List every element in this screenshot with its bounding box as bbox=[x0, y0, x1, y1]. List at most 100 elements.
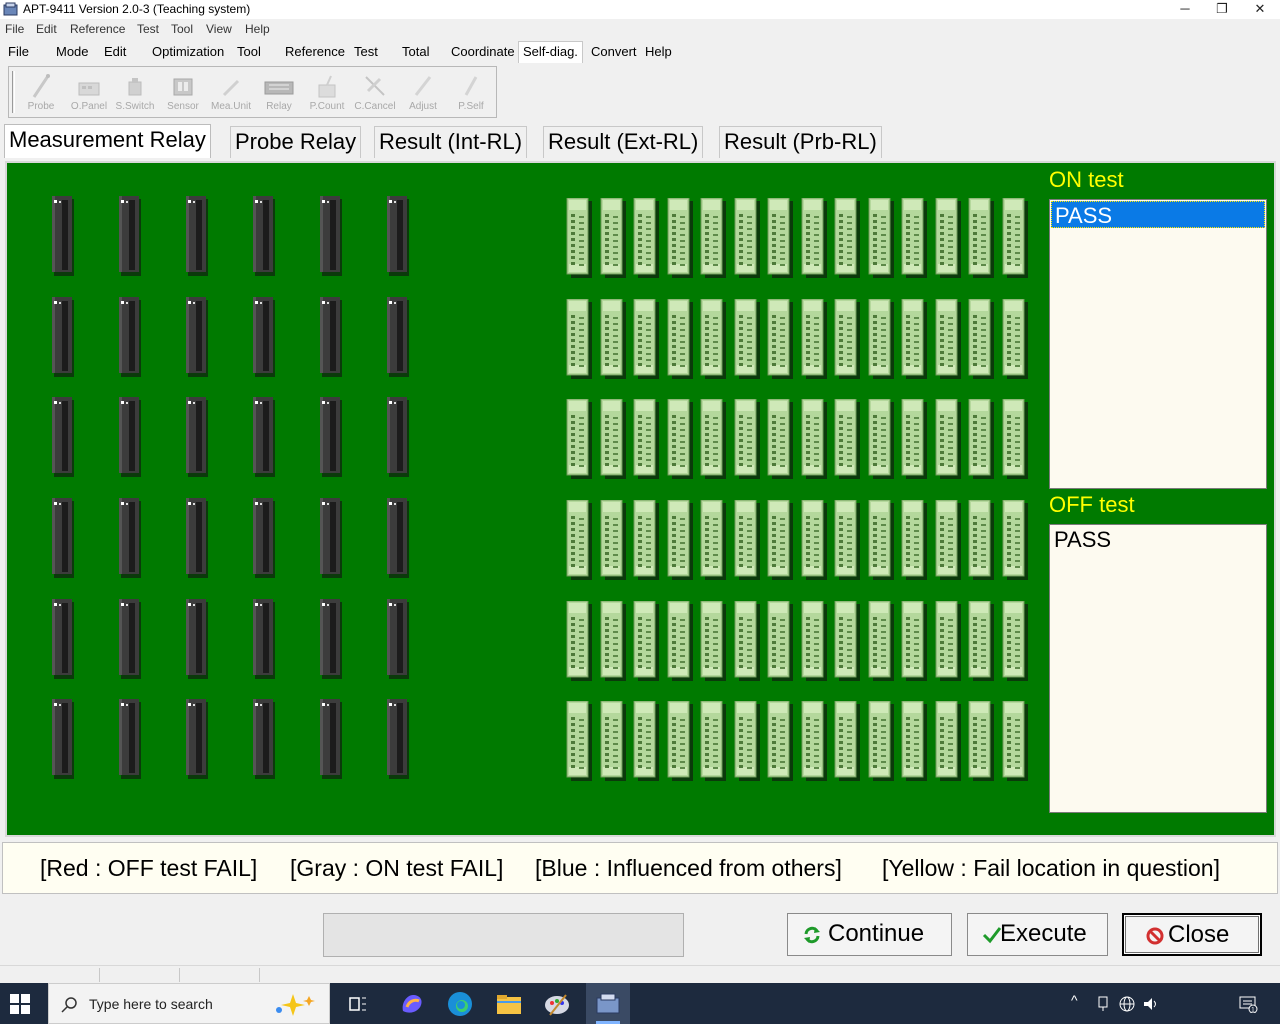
measurement-relay[interactable] bbox=[115, 196, 143, 276]
probe-relay[interactable] bbox=[667, 601, 693, 681]
probe-relay[interactable] bbox=[566, 601, 592, 681]
probe-relay[interactable] bbox=[1002, 299, 1028, 379]
probe-relay[interactable] bbox=[834, 198, 860, 278]
probe-relay[interactable] bbox=[801, 500, 827, 580]
toolbar-mea-unit[interactable]: Mea.Unit bbox=[207, 69, 255, 117]
probe-relay[interactable] bbox=[700, 399, 726, 479]
probe-relay[interactable] bbox=[600, 701, 626, 781]
probe-relay[interactable] bbox=[901, 500, 927, 580]
probe-relay[interactable] bbox=[834, 601, 860, 681]
probe-relay[interactable] bbox=[901, 198, 927, 278]
menu-file[interactable]: File bbox=[5, 22, 24, 36]
probe-relay[interactable] bbox=[667, 399, 693, 479]
probe-relay[interactable] bbox=[566, 399, 592, 479]
menu2-optimization[interactable]: Optimization bbox=[148, 41, 228, 63]
toolbar-s-switch[interactable]: S.Switch bbox=[111, 69, 159, 117]
probe-relay[interactable] bbox=[700, 601, 726, 681]
edge-browser-icon[interactable] bbox=[445, 989, 475, 1019]
probe-relay[interactable] bbox=[566, 701, 592, 781]
measurement-relay[interactable] bbox=[383, 196, 411, 276]
toolbar-p-count[interactable]: P.Count bbox=[303, 69, 351, 117]
probe-relay[interactable] bbox=[868, 701, 894, 781]
probe-relay[interactable] bbox=[700, 701, 726, 781]
probe-relay[interactable] bbox=[734, 601, 760, 681]
measurement-relay[interactable] bbox=[115, 699, 143, 779]
probe-relay[interactable] bbox=[633, 500, 659, 580]
measurement-relay[interactable] bbox=[383, 699, 411, 779]
measurement-relay[interactable] bbox=[249, 397, 277, 477]
toolbar-relay[interactable]: Relay bbox=[255, 69, 303, 117]
measurement-relay[interactable] bbox=[249, 699, 277, 779]
tab-result-int-rl[interactable]: Result (Int-RL) bbox=[374, 126, 528, 158]
probe-relay[interactable] bbox=[633, 399, 659, 479]
measurement-relay[interactable] bbox=[182, 297, 210, 377]
probe-relay[interactable] bbox=[767, 601, 793, 681]
menu-test[interactable]: Test bbox=[137, 22, 159, 36]
measurement-relay[interactable] bbox=[48, 297, 76, 377]
menu2-edit[interactable]: Edit bbox=[100, 41, 130, 63]
measurement-relay[interactable] bbox=[48, 397, 76, 477]
probe-relay[interactable] bbox=[901, 299, 927, 379]
probe-relay[interactable] bbox=[667, 299, 693, 379]
measurement-relay[interactable] bbox=[316, 196, 344, 276]
measurement-relay[interactable] bbox=[316, 397, 344, 477]
probe-relay[interactable] bbox=[600, 299, 626, 379]
probe-relay[interactable] bbox=[935, 601, 961, 681]
tab-measurement-relay[interactable]: Measurement Relay bbox=[4, 124, 211, 158]
network-globe-icon[interactable] bbox=[1118, 995, 1136, 1013]
measurement-relay[interactable] bbox=[182, 397, 210, 477]
measurement-relay[interactable] bbox=[316, 699, 344, 779]
toolbar-grip[interactable] bbox=[12, 71, 15, 113]
probe-relay[interactable] bbox=[1002, 399, 1028, 479]
probe-relay[interactable] bbox=[767, 299, 793, 379]
probe-relay[interactable] bbox=[968, 299, 994, 379]
measurement-relay[interactable] bbox=[383, 498, 411, 578]
probe-relay[interactable] bbox=[633, 198, 659, 278]
window-close-button[interactable]: ✕ bbox=[1241, 0, 1279, 19]
probe-relay[interactable] bbox=[734, 399, 760, 479]
measurement-relay[interactable] bbox=[182, 498, 210, 578]
file-explorer-icon[interactable] bbox=[494, 989, 524, 1019]
toolbar-probe[interactable]: Probe bbox=[17, 69, 65, 117]
menu-tool[interactable]: Tool bbox=[171, 22, 193, 36]
probe-relay[interactable] bbox=[901, 399, 927, 479]
measurement-relay[interactable] bbox=[48, 599, 76, 679]
probe-relay[interactable] bbox=[801, 399, 827, 479]
menu2-self-diag[interactable]: Self-diag. bbox=[518, 41, 583, 63]
probe-relay[interactable] bbox=[767, 399, 793, 479]
probe-relay[interactable] bbox=[734, 299, 760, 379]
windows-start-icon[interactable] bbox=[10, 994, 30, 1014]
probe-relay[interactable] bbox=[767, 500, 793, 580]
continue-button[interactable]: Continue bbox=[787, 913, 952, 956]
probe-relay[interactable] bbox=[968, 399, 994, 479]
probe-relay[interactable] bbox=[801, 299, 827, 379]
menu2-file[interactable]: File bbox=[4, 41, 33, 63]
toolbar-p-self[interactable]: P.Self bbox=[447, 69, 495, 117]
menu-reference[interactable]: Reference bbox=[70, 22, 125, 36]
measurement-relay[interactable] bbox=[316, 599, 344, 679]
probe-relay[interactable] bbox=[1002, 500, 1028, 580]
probe-relay[interactable] bbox=[868, 399, 894, 479]
taskbar-search-box[interactable]: Type here to search bbox=[48, 983, 330, 1024]
probe-relay[interactable] bbox=[700, 198, 726, 278]
toolbar-o-panel[interactable]: O.Panel bbox=[65, 69, 113, 117]
probe-relay[interactable] bbox=[868, 601, 894, 681]
measurement-relay[interactable] bbox=[48, 196, 76, 276]
tab-result-ext-rl[interactable]: Result (Ext-RL) bbox=[543, 126, 704, 158]
probe-relay[interactable] bbox=[600, 399, 626, 479]
probe-relay[interactable] bbox=[600, 601, 626, 681]
probe-relay[interactable] bbox=[868, 500, 894, 580]
probe-relay[interactable] bbox=[667, 701, 693, 781]
measurement-relay[interactable] bbox=[383, 297, 411, 377]
probe-relay[interactable] bbox=[935, 299, 961, 379]
probe-relay[interactable] bbox=[935, 198, 961, 278]
task-view-icon[interactable] bbox=[347, 993, 369, 1015]
measurement-relay[interactable] bbox=[182, 196, 210, 276]
menu2-test[interactable]: Test bbox=[350, 41, 382, 63]
tab-result-prb-rl[interactable]: Result (Prb-RL) bbox=[719, 126, 882, 158]
measurement-relay[interactable] bbox=[182, 599, 210, 679]
probe-relay[interactable] bbox=[801, 198, 827, 278]
probe-relay[interactable] bbox=[901, 601, 927, 681]
probe-relay[interactable] bbox=[834, 399, 860, 479]
probe-relay[interactable] bbox=[700, 299, 726, 379]
